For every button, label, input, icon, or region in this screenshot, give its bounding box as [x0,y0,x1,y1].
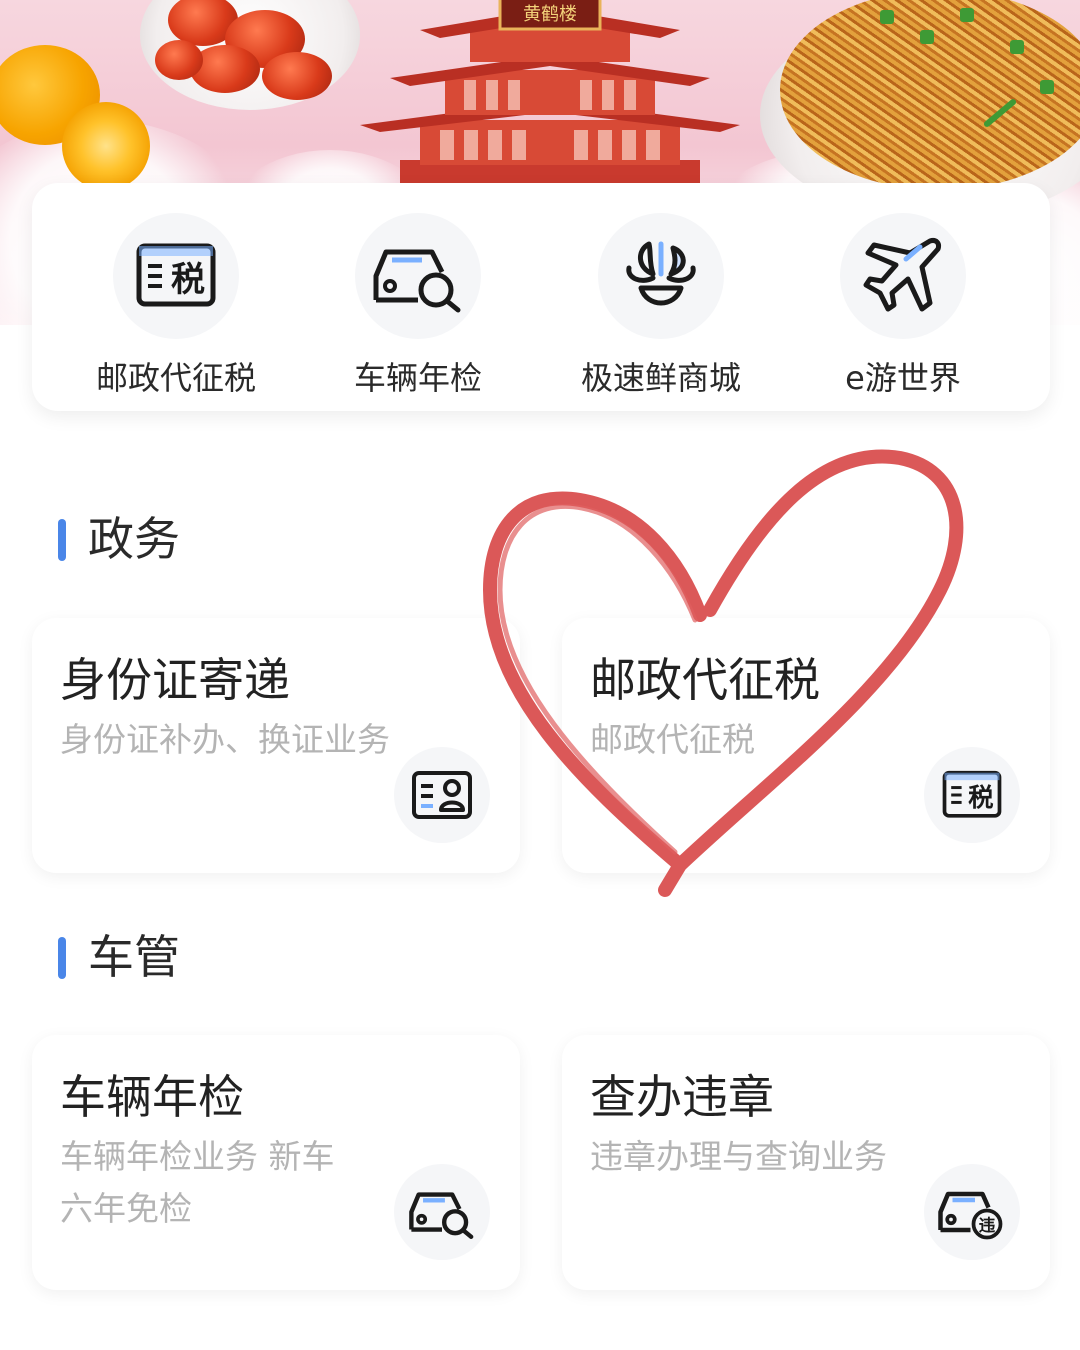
service-card-title: 车辆年检 [60,1070,244,1124]
yellow-crane-tower-image: 黄鹤楼 [360,0,740,185]
scallion [880,10,894,24]
shortcut-postal-tax[interactable]: 税 邮政代征税 [76,213,276,399]
service-card-icon-circle: 违 [924,1164,1020,1260]
tax-glyph: 税 [171,260,205,300]
service-card-title: 身份证寄递 [60,653,290,707]
shortcut-fresh-mall[interactable]: 极速鲜商城 [561,213,761,399]
shortcut-icon-circle [355,213,481,339]
service-card-traffic-violation[interactable]: 查办违章 违章办理与查询业务 违 [562,1035,1050,1290]
service-card-icon-circle: 税 [924,747,1020,843]
shortcut-label: 极速鲜商城 [580,359,741,397]
orange-half-image [62,102,150,190]
shortcut-icon-circle [840,213,966,339]
scallion [920,30,934,44]
shortcut-label: 车辆年检 [353,359,482,397]
car-inspection-icon [409,1192,474,1239]
service-card-vehicle-inspection[interactable]: 车辆年检 车辆年检业务 新车六年免检 [32,1035,520,1290]
scallion [1010,40,1024,54]
crayfish [155,40,203,80]
shortcut-vehicle-inspection[interactable]: 车辆年检 [318,213,518,399]
plane-icon [863,238,941,312]
service-card-desc: 邮政代征税 [590,720,755,759]
id-card-icon [412,771,472,819]
tax-icon: 税 [942,770,1002,818]
service-card-icon-circle [394,747,490,843]
shortcut-label: e游世界 [845,359,961,397]
service-card-desc: 身份证补办、换证业务 [60,720,390,759]
car-violation-icon: 违 [938,1191,1003,1240]
scallion [960,8,974,22]
section-title-government: 政务 [58,514,180,564]
crayfish [262,52,332,100]
service-card-desc: 违章办理与查询业务 [590,1137,887,1176]
shortcut-e-travel[interactable]: e游世界 [803,213,1003,399]
tower-sign: 黄鹤楼 [523,4,577,25]
tax-glyph: 税 [968,783,993,812]
shortcut-icon-circle: 税 [113,213,239,339]
fresh-mall-icon [626,241,696,306]
quick-access-card: 税 邮政代征税 车辆年检 极速鲜商城 e游世界 [32,183,1050,411]
violation-glyph: 违 [979,1215,996,1235]
scallion [1040,80,1054,94]
service-card-desc: 车辆年检业务 新车六年免检 [60,1137,335,1228]
service-card-title: 查办违章 [590,1070,774,1124]
service-card-title: 邮政代征税 [590,653,820,707]
section-title-vehicle-management: 车管 [58,932,180,982]
service-card-postal-tax[interactable]: 邮政代征税 邮政代征税 税 [562,618,1050,873]
shortcut-icon-circle [598,213,724,339]
service-card-icon-circle [394,1164,490,1260]
shortcut-label: 邮政代征税 [95,359,256,397]
service-card-id-card-delivery[interactable]: 身份证寄递 身份证补办、换证业务 [32,618,520,873]
tax-icon: 税 [136,243,216,307]
car-inspection-icon [373,249,461,313]
